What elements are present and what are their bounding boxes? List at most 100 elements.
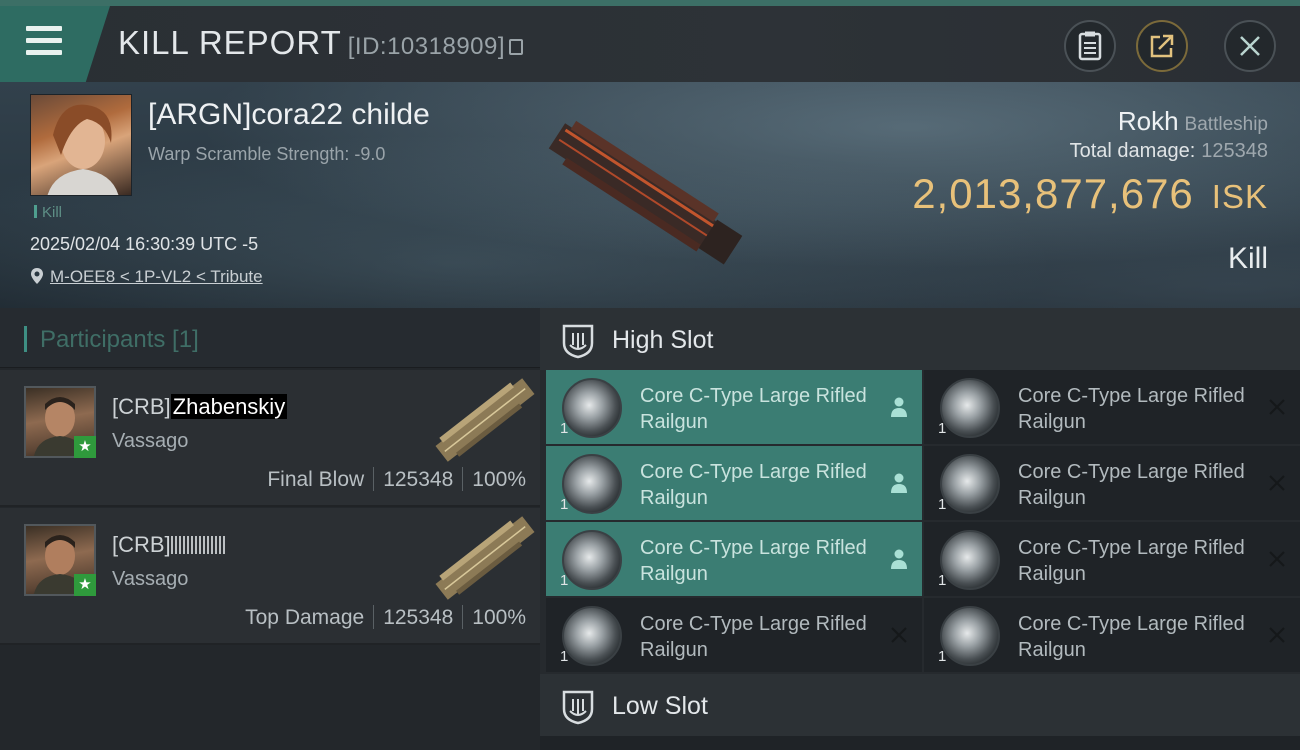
close-icon	[1240, 36, 1260, 56]
module-item[interactable]: 1 Core C-Type Large Rifled Railgun	[924, 446, 1300, 520]
destroyed-x-icon	[1266, 470, 1288, 496]
module-item[interactable]: 1 Core C-Type Large Rifled Railgun	[546, 370, 922, 444]
low-slot-list-edge	[540, 736, 1300, 750]
share-icon	[1150, 34, 1174, 58]
module-quantity: 1	[938, 496, 947, 513]
participant-corp: [CRB]	[112, 532, 171, 557]
participant-corp: [CRB]	[112, 394, 171, 419]
module-item[interactable]: 1 Core C-Type Large Rifled Railgun	[924, 370, 1300, 444]
participant-damage: 125348	[383, 606, 454, 629]
participant-damage: 125348	[383, 468, 454, 491]
railgun-icon	[562, 454, 622, 514]
railgun-icon	[940, 454, 1000, 514]
result-label: Kill	[1227, 242, 1268, 275]
railgun-icon	[940, 378, 1000, 438]
module-name: Core C-Type Large Rifled Railgun	[1018, 461, 1245, 509]
hamburger-icon	[26, 26, 62, 62]
participant-name[interactable]: [CRB]	[112, 532, 225, 558]
location-link[interactable]: M-OEE8 < 1P-VL2 < Tribute	[30, 267, 263, 287]
victim-ship: Rokh Battleship	[1118, 106, 1268, 137]
top-bar: KILL REPORT [ID:10318909]	[0, 0, 1300, 82]
isk-amount: 2,013,877,676	[912, 170, 1194, 217]
report-id: [ID:10318909]	[347, 33, 506, 60]
clipboard-icon	[1078, 31, 1102, 61]
module-item[interactable]: 1 Core C-Type Large Rifled Railgun	[924, 598, 1300, 672]
module-item[interactable]: 1 Core C-Type Large Rifled Railgun	[546, 522, 922, 596]
avatar[interactable]: ★	[24, 524, 96, 596]
victim-portrait[interactable]	[30, 94, 132, 196]
close-button[interactable]	[1224, 20, 1276, 72]
railgun-icon	[940, 606, 1000, 666]
star-badge-icon: ★	[74, 574, 96, 596]
ship-name: Rokh	[1117, 106, 1179, 136]
victim-name[interactable]: [ARGN]cora22 childe	[148, 98, 430, 132]
participant-ship: Vassago	[112, 430, 189, 452]
participant-name[interactable]: [CRB]Zhabenskiy	[112, 394, 288, 420]
participant-pilot: Zhabenskiy	[170, 394, 288, 419]
divider	[462, 467, 464, 491]
high-slot-label: High Slot	[612, 326, 714, 354]
railgun-icon	[562, 606, 622, 666]
module-name: Core C-Type Large Rifled Railgun	[1018, 537, 1245, 585]
participant-ship-image	[435, 516, 535, 600]
copy-icon[interactable]	[509, 39, 524, 55]
participant-stats: Final Blow 125348 100%	[267, 467, 526, 492]
participant-percent: 100%	[472, 468, 526, 491]
participants-panel: Participants [1] ★ [CRB]Zhabenskiy Vassa…	[0, 308, 540, 750]
avatar[interactable]: ★	[24, 386, 96, 458]
module-quantity: 1	[938, 648, 947, 665]
total-damage: Total damage: 125348	[1070, 140, 1268, 163]
share-button[interactable]	[1136, 20, 1188, 72]
person-icon	[888, 546, 910, 572]
participant-row[interactable]: ★ [CRB] Vassago Top Damage 125348 100%	[0, 508, 540, 645]
kill-tag: Kill	[34, 204, 62, 221]
header-accent-bar	[24, 326, 27, 352]
victim-ship-image	[548, 120, 743, 265]
module-name: Core C-Type Large Rifled Railgun	[640, 613, 867, 661]
divider	[462, 605, 464, 629]
participant-ship-image	[435, 378, 535, 462]
module-name: Core C-Type Large Rifled Railgun	[640, 461, 867, 509]
location-text: M-OEE8 < 1P-VL2 < Tribute	[50, 267, 263, 286]
participants-header: Participants [1]	[0, 308, 540, 368]
divider	[373, 467, 375, 491]
module-quantity: 1	[560, 420, 569, 437]
person-icon	[888, 470, 910, 496]
star-badge-icon: ★	[74, 436, 96, 458]
clipboard-button[interactable]	[1064, 20, 1116, 72]
participant-role: Top Damage	[245, 606, 365, 629]
module-item[interactable]: 1 Core C-Type Large Rifled Railgun	[546, 446, 922, 520]
railgun-icon	[940, 530, 1000, 590]
module-quantity: 1	[560, 496, 569, 513]
destroyed-x-icon	[1266, 546, 1288, 572]
module-quantity: 1	[560, 572, 569, 589]
high-slot-icon	[562, 324, 594, 359]
module-quantity: 1	[560, 648, 569, 665]
destroyed-x-icon	[888, 622, 910, 648]
module-item[interactable]: 1 Core C-Type Large Rifled Railgun	[546, 598, 922, 672]
destroyed-x-icon	[1266, 622, 1288, 648]
victim-banner: [ARGN]cora22 childe Warp Scramble Streng…	[0, 82, 1300, 308]
high-slot-header: High Slot	[540, 308, 1300, 370]
module-item[interactable]: 1 Core C-Type Large Rifled Railgun	[924, 522, 1300, 596]
page-title: KILL REPORT [ID:10318909]	[118, 24, 524, 62]
low-slot-header: Low Slot	[540, 674, 1300, 736]
railgun-icon	[562, 378, 622, 438]
ship-class: Battleship	[1184, 114, 1268, 135]
participant-stats: Top Damage 125348 100%	[245, 605, 526, 630]
module-name: Core C-Type Large Rifled Railgun	[640, 537, 867, 585]
module-name: Core C-Type Large Rifled Railgun	[640, 385, 867, 433]
kill-datetime: 2025/02/04 16:30:39 UTC -5	[30, 234, 259, 254]
participant-percent: 100%	[472, 606, 526, 629]
fitting-panel: High Slot 1 Core C-Type Large Rifled Rail…	[540, 308, 1300, 750]
isk-currency: ISK	[1211, 178, 1268, 215]
participant-row[interactable]: ★ [CRB]Zhabenskiy Vassago Final Blow 1253…	[0, 370, 540, 507]
module-name: Core C-Type Large Rifled Railgun	[1018, 385, 1245, 433]
module-quantity: 1	[938, 420, 947, 437]
participant-ship: Vassago	[112, 568, 189, 590]
menu-button[interactable]	[0, 6, 110, 82]
masked-pilot-name	[170, 536, 225, 554]
low-slot-icon	[562, 690, 594, 725]
pilot-portrait-image	[47, 104, 119, 195]
total-damage-value: 125348	[1201, 140, 1268, 162]
